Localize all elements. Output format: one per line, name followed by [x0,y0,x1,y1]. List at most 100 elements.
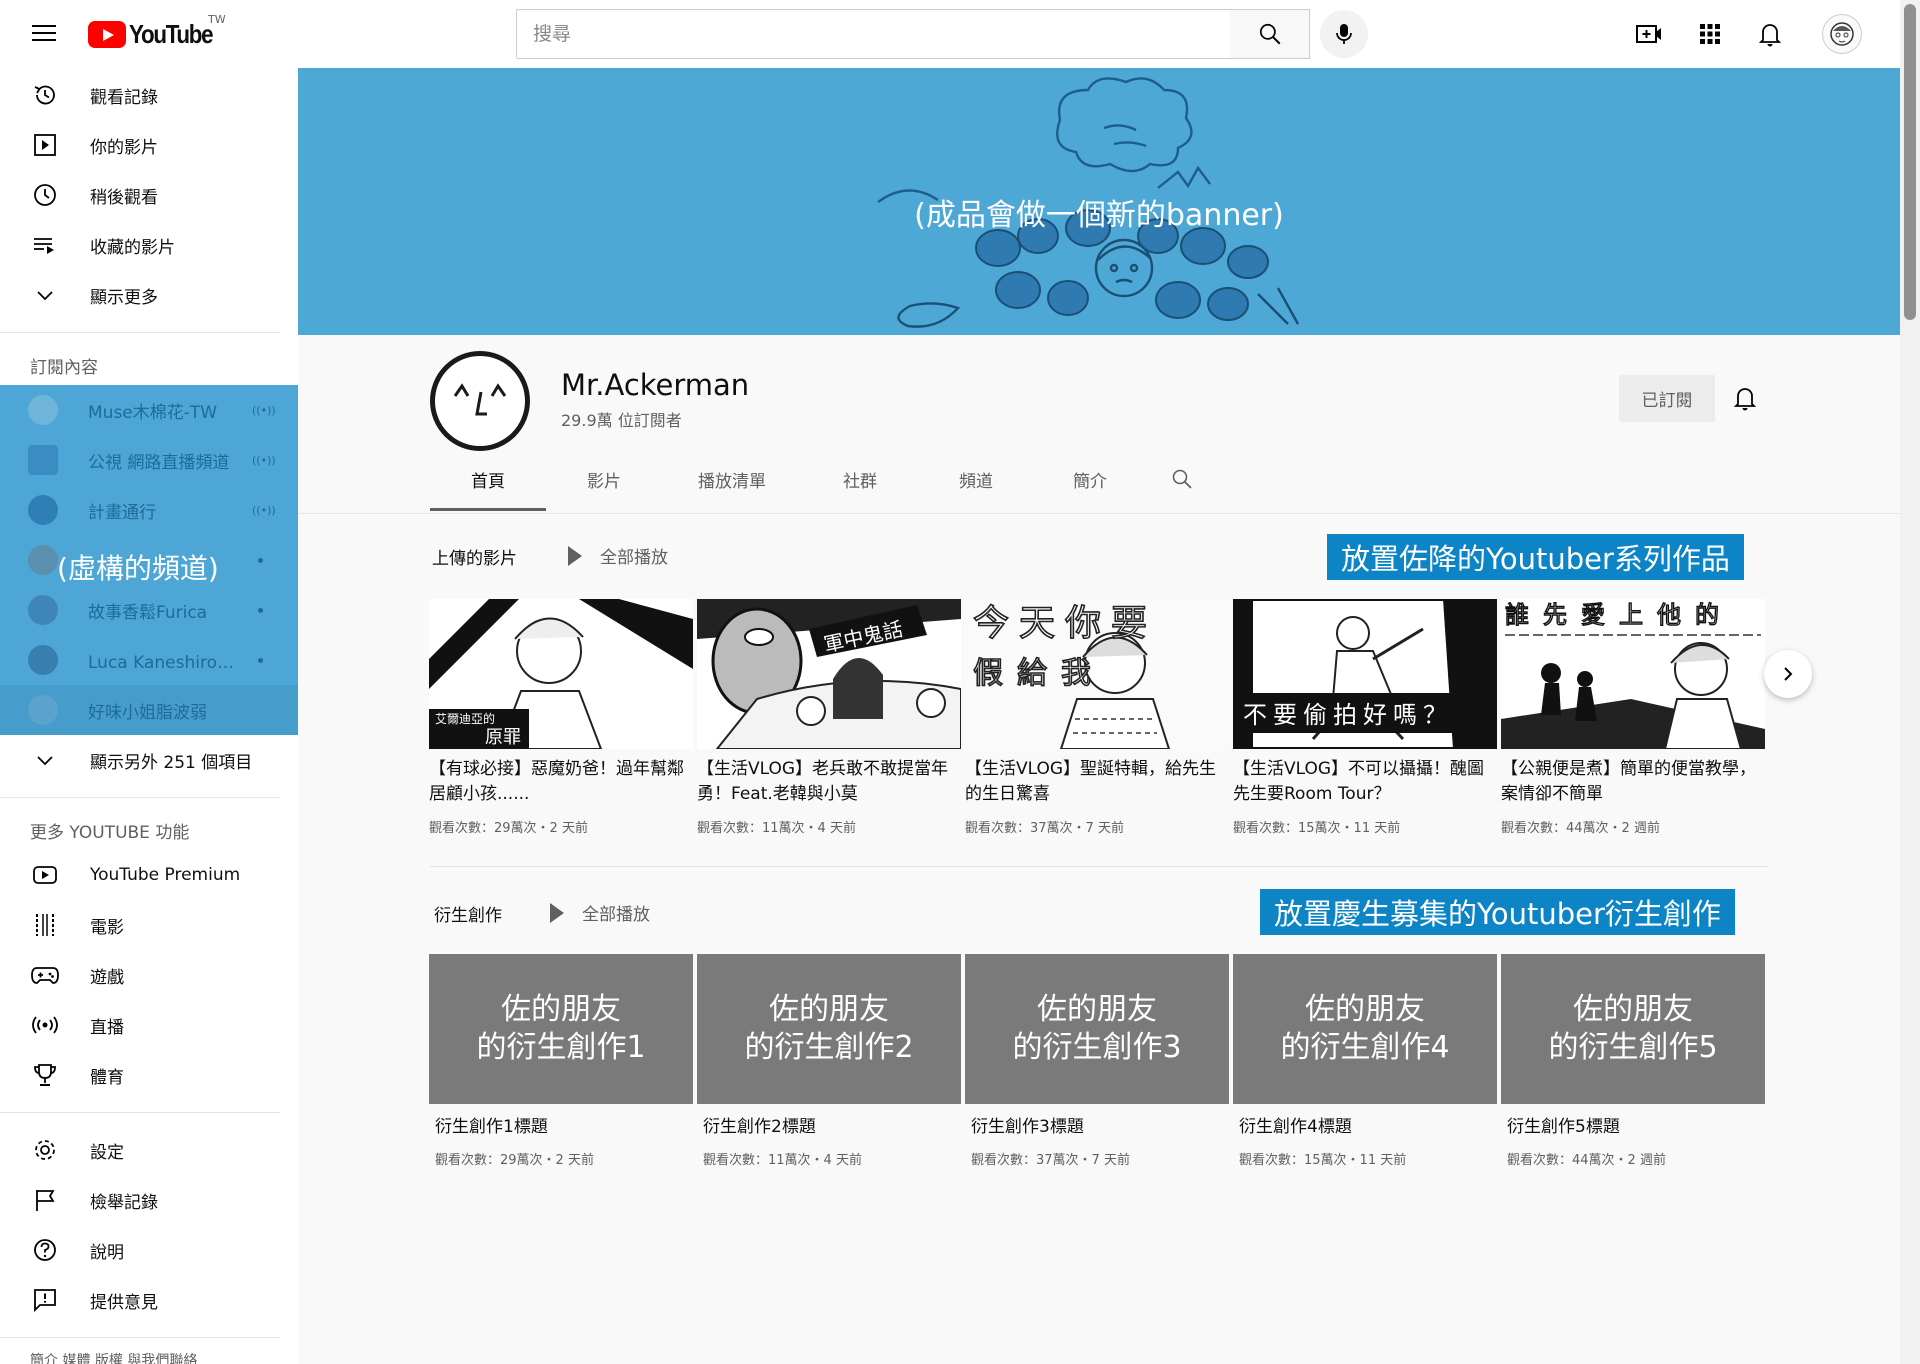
uploads-play-all[interactable]: 全部播放 [568,543,668,568]
sidebar-divider [0,1112,280,1113]
thumbnail-caption: 今天你要 [973,603,1157,644]
video-title[interactable]: 【生活VLOG】聖誕特輯，給先生的生日驚喜 [965,757,1229,807]
derivative-title[interactable]: 衍生創作5標題 [1501,1112,1765,1137]
notifications-button[interactable] [1752,16,1788,52]
subscribed-button[interactable]: 已訂閱 [1619,375,1715,422]
sidebar-item-gaming[interactable]: 遊戲 [0,950,298,1000]
more-youtube-title: 更多 YOUTUBE 功能 [30,822,190,843]
channel-avatar[interactable] [430,351,530,451]
help-icon [30,1235,60,1265]
sidebar-item-your-videos[interactable]: 你的影片 [0,120,298,170]
derivative-card[interactable]: 佐的朋友 的衍生創作2 衍生創作2標題 觀看次數：11萬次・4 天前 [697,954,961,1168]
sidebar-item-history[interactable]: 觀看記錄 [0,70,298,120]
sidebar-item-live[interactable]: 直播 [0,1000,298,1050]
derivative-card[interactable]: 佐的朋友 的衍生創作1 衍生創作1標題 觀看次數：29萬次・2 天前 [429,954,693,1168]
uploads-shelf-title[interactable]: 上傳的影片 [432,544,517,569]
sidebar-item-settings[interactable]: 設定 [0,1125,298,1175]
video-card[interactable]: 今天你要 假給我 【生活VLOG】聖誕特輯，給先生的生日驚喜 觀看次數：37萬次… [965,599,1229,836]
subscription-item[interactable]: Muse木棉花-TW ((•)) [0,385,298,435]
sidebar-item-feedback[interactable]: 提供意見 [0,1275,298,1325]
subscription-item[interactable]: Luca Kaneshiro【… [0,635,298,685]
sidebar-item-movies[interactable]: 電影 [0,900,298,950]
derivative-card[interactable]: 佐的朋友 的衍生創作3 衍生創作3標題 觀看次數：37萬次・7 天前 [965,954,1229,1168]
tab-about[interactable]: 簡介 [1034,447,1146,511]
tab-videos[interactable]: 影片 [546,447,662,511]
logo-wordmark: YouTube [129,18,214,49]
video-card[interactable]: 誰先愛上他的 【公親便是煮】簡單的便當教學，案情卻不簡單 觀看次數：44萬次・2… [1501,599,1765,836]
video-thumbnail[interactable]: 艾爾迪亞的 原罪 [429,599,693,749]
new-content-dot-icon [258,557,263,563]
sidebar-item-help[interactable]: 說明 [0,1225,298,1275]
menu-button[interactable] [30,20,58,48]
chevron-down-icon [30,745,60,775]
thumbnail-caption: 不要偷拍好嗎？ [1243,701,1453,729]
video-card[interactable]: 不要偷拍好嗎？ 【生活VLOG】不可以攝攝！醜圖先生要Room Tour？ 觀看… [1233,599,1497,836]
thumbnail-caption: 誰先愛上他的 [1505,601,1733,629]
tab-channels[interactable]: 頻道 [918,447,1034,511]
derivative-card[interactable]: 佐的朋友 的衍生創作4 衍生創作4標題 觀看次數：15萬次・11 天前 [1233,954,1497,1168]
create-button[interactable] [1631,16,1667,52]
sidebar-item-premium[interactable]: YouTube Premium [0,850,298,900]
channel-face-icon [453,383,507,416]
tab-community[interactable]: 社群 [802,447,918,511]
apps-button[interactable] [1692,16,1728,52]
sidebar-divider [0,332,280,333]
page-scrollbar[interactable] [1900,0,1920,1364]
search-box [516,9,1231,59]
derivative-thumbnail[interactable]: 佐的朋友 的衍生創作5 [1501,954,1765,1104]
derivative-card[interactable]: 佐的朋友 的衍生創作5 衍生創作5標題 觀看次數：44萬次・2 週前 [1501,954,1765,1168]
sidebar-item-label: YouTube Premium [90,865,241,885]
sidebar-item-label: 收藏的影片 [90,237,175,258]
video-title[interactable]: 【生活VLOG】老兵敢不敢提當年勇！Feat.老韓與小莫 [697,757,961,807]
derivatives-play-all[interactable]: 全部播放 [550,900,650,925]
sidebar-item-watch-later[interactable]: 稍後觀看 [0,170,298,220]
video-title[interactable]: 【有球必接】惡魔奶爸！過年幫鄰居顧小孩...... [429,757,693,807]
derivative-title[interactable]: 衍生創作1標題 [429,1112,693,1137]
channel-search-button[interactable] [1146,447,1218,511]
subscription-item[interactable]: 公視 網路直播頻道 ((•)) [0,435,298,485]
tab-playlists[interactable]: 播放清單 [662,447,802,511]
sidebar-item-playlist[interactable]: 收藏的影片 [0,220,298,270]
video-title[interactable]: 【公親便是煮】簡單的便當教學，案情卻不簡單 [1501,757,1765,807]
play-all-label: 全部播放 [582,905,650,925]
thumbnail-line: 佐的朋友 [1305,992,1425,1027]
play-all-label: 全部播放 [600,548,668,568]
derivative-thumbnail[interactable]: 佐的朋友 的衍生創作4 [1233,954,1497,1104]
sidebar-show-more[interactable]: 顯示更多 [0,270,298,320]
derivative-title[interactable]: 衍生創作2標題 [697,1112,961,1137]
shelf-next-button[interactable] [1764,650,1812,698]
channel-notification-button[interactable] [1728,381,1762,415]
footer-links[interactable]: 簡介 媒體 版權 與我們聯絡 [0,1350,298,1364]
derivative-title[interactable]: 衍生創作4標題 [1233,1112,1497,1137]
channel-avatar [28,545,58,575]
video-thumbnail[interactable]: 誰先愛上他的 [1501,599,1765,749]
shelf-divider [430,866,1768,867]
tab-home[interactable]: 首頁 [430,447,546,511]
account-avatar[interactable] [1822,14,1862,54]
sidebar-item-sports[interactable]: 體育 [0,1050,298,1100]
derivatives-shelf-title[interactable]: 衍生創作 [434,901,502,926]
video-thumbnail[interactable]: 今天你要 假給我 [965,599,1229,749]
video-title[interactable]: 【生活VLOG】不可以攝攝！醜圖先生要Room Tour？ [1233,757,1497,807]
search-button[interactable] [1230,9,1310,59]
video-card[interactable]: 艾爾迪亞的 原罪 【有球必接】惡魔奶爸！過年幫鄰居顧小孩...... 觀看次數：… [429,599,693,836]
youtube-logo[interactable]: YouTube TW [88,13,226,49]
video-thumbnail[interactable]: 不要偷拍好嗎？ [1233,599,1497,749]
subscription-item[interactable]: 好味小姐脂波弱 [0,685,298,735]
search-input[interactable] [517,10,1230,58]
search-icon [1259,23,1280,45]
derivative-thumbnail[interactable]: 佐的朋友 的衍生創作2 [697,954,961,1104]
subscription-item[interactable]: 計畫通行 ((•)) [0,485,298,535]
scrollbar-thumb[interactable] [1904,4,1916,320]
video-meta: 觀看次數：44萬次・2 週前 [1501,821,1660,836]
derivative-thumbnail[interactable]: 佐的朋友 的衍生創作3 [965,954,1229,1104]
video-card[interactable]: 軍中鬼話 【生活VLOG】老兵敢不敢提當年勇！Feat.老韓與小莫 觀看次數：1… [697,599,961,836]
subscription-item[interactable]: 故事香鬆Furica [0,585,298,635]
video-thumbnail[interactable]: 軍中鬼話 [697,599,961,749]
video-meta: 觀看次數：37萬次・7 天前 [965,821,1124,836]
voice-search-button[interactable] [1320,10,1368,58]
show-more-subscriptions[interactable]: 顯示另外 251 個項目 [0,735,298,785]
derivative-title[interactable]: 衍生創作3標題 [965,1112,1229,1137]
sidebar-item-report-history[interactable]: 檢舉記錄 [0,1175,298,1225]
derivative-thumbnail[interactable]: 佐的朋友 的衍生創作1 [429,954,693,1104]
